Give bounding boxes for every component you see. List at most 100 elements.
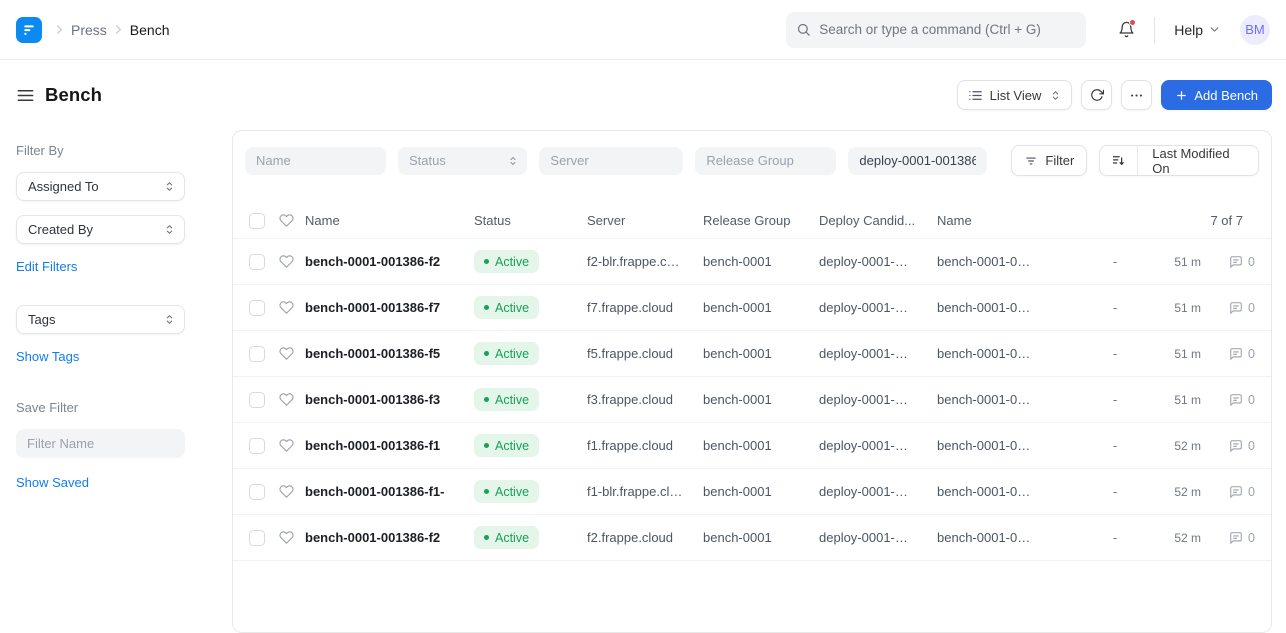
chevrons-up-down-icon <box>163 313 176 326</box>
comments-cell[interactable]: 0 <box>1201 347 1255 361</box>
status-filter-select[interactable]: Status <box>398 147 527 175</box>
show-tags-link[interactable]: Show Tags <box>16 349 79 364</box>
deploy-candidate-filter-input[interactable] <box>848 147 987 175</box>
favorite-icon[interactable] <box>279 392 295 407</box>
header-status[interactable]: Status <box>474 213 587 228</box>
empty-cell: - <box>1095 484 1135 499</box>
server-filter-input[interactable] <box>539 147 683 175</box>
help-menu[interactable]: Help <box>1174 22 1221 38</box>
status-badge: Active <box>474 526 539 549</box>
more-options-button[interactable] <box>1121 80 1152 110</box>
row-checkbox[interactable] <box>249 300 265 316</box>
name2-cell: bench-0001-0… <box>937 392 1057 407</box>
comments-cell[interactable]: 0 <box>1201 439 1255 453</box>
row-checkbox[interactable] <box>249 484 265 500</box>
breadcrumb-bench[interactable]: Bench <box>130 22 170 38</box>
release-group-filter-input[interactable] <box>695 147 836 175</box>
status-dot-icon <box>484 351 489 356</box>
modified-time: 52 m <box>1135 531 1201 545</box>
modified-time: 51 m <box>1135 301 1201 315</box>
assigned-to-select[interactable]: Assigned To <box>16 172 185 201</box>
comments-cell[interactable]: 0 <box>1201 393 1255 407</box>
server-cell: f2.frappe.cloud <box>587 530 703 545</box>
deploy-candidate-cell: deploy-0001-… <box>819 300 937 315</box>
sort-icon <box>1111 153 1126 168</box>
filter-button[interactable]: Filter <box>1011 145 1087 176</box>
comments-cell[interactable]: 0 <box>1201 531 1255 545</box>
chevron-down-icon <box>1208 23 1221 36</box>
table-row[interactable]: bench-0001-001386-f1 Active f1.frappe.cl… <box>233 423 1271 469</box>
comment-icon <box>1229 531 1243 545</box>
user-avatar[interactable]: BM <box>1240 15 1270 45</box>
search-input[interactable] <box>819 22 1076 37</box>
filter-by-label: Filter By <box>16 143 216 158</box>
comments-cell[interactable]: 0 <box>1201 301 1255 315</box>
table-row[interactable]: bench-0001-001386-f5 Active f5.frappe.cl… <box>233 331 1271 377</box>
created-by-select[interactable]: Created By <box>16 215 185 244</box>
release-group-cell: bench-0001 <box>703 484 819 499</box>
table-row[interactable]: bench-0001-001386-f2 Active f2.frappe.cl… <box>233 515 1271 561</box>
refresh-button[interactable] <box>1081 80 1112 110</box>
modified-time: 51 m <box>1135 255 1201 269</box>
row-checkbox[interactable] <box>249 530 265 546</box>
status-label: Active <box>495 393 529 407</box>
edit-filters-link[interactable]: Edit Filters <box>16 259 77 274</box>
deploy-candidate-cell: deploy-0001-… <box>819 392 937 407</box>
sort-field-button[interactable]: Last Modified On <box>1137 146 1258 175</box>
status-dot-icon <box>484 489 489 494</box>
chevron-right-icon <box>52 22 67 37</box>
list-icon <box>968 88 983 103</box>
status-dot-icon <box>484 259 489 264</box>
favorite-icon[interactable] <box>279 530 295 545</box>
deploy-candidate-cell: deploy-0001-… <box>819 346 937 361</box>
row-checkbox[interactable] <box>249 346 265 362</box>
filter-button-label: Filter <box>1045 153 1074 168</box>
favorite-icon[interactable] <box>279 346 295 361</box>
bench-name: bench-0001-001386-f7 <box>305 300 474 315</box>
favorite-icon[interactable] <box>279 300 295 315</box>
header-name2[interactable]: Name <box>937 213 1057 228</box>
name-filter-input[interactable] <box>245 147 386 175</box>
assigned-to-label: Assigned To <box>28 179 99 194</box>
tags-select[interactable]: Tags <box>16 305 185 334</box>
header-name[interactable]: Name <box>305 213 474 228</box>
breadcrumb-press[interactable]: Press <box>71 22 107 38</box>
global-search[interactable] <box>786 12 1086 48</box>
filter-sidebar: Filter By Assigned To Created By Edit Fi… <box>0 130 232 633</box>
status-badge: Active <box>474 480 539 503</box>
name2-cell: bench-0001-0… <box>937 346 1057 361</box>
table-row[interactable]: bench-0001-001386-f7 Active f7.frappe.cl… <box>233 285 1271 331</box>
notifications-button[interactable] <box>1118 21 1135 38</box>
add-bench-button[interactable]: Add Bench <box>1161 80 1272 110</box>
filter-name-input[interactable] <box>16 429 185 458</box>
table-row[interactable]: bench-0001-001386-f2 Active f2-blr.frapp… <box>233 239 1271 285</box>
deploy-candidate-cell: deploy-0001-… <box>819 530 937 545</box>
comment-count: 0 <box>1248 347 1255 361</box>
header-deploy-candidate[interactable]: Deploy Candid... <box>819 213 937 228</box>
header-server[interactable]: Server <box>587 213 703 228</box>
server-cell: f3.frappe.cloud <box>587 392 703 407</box>
favorite-icon[interactable] <box>279 438 295 453</box>
table-row[interactable]: bench-0001-001386-f1- Active f1-blr.frap… <box>233 469 1271 515</box>
sidebar-toggle-button[interactable] <box>16 86 35 105</box>
status-badge: Active <box>474 434 539 457</box>
row-checkbox[interactable] <box>249 438 265 454</box>
status-label: Active <box>495 485 529 499</box>
table-row[interactable]: bench-0001-001386-f3 Active f3.frappe.cl… <box>233 377 1271 423</box>
header-release-group[interactable]: Release Group <box>703 213 819 228</box>
empty-cell: - <box>1095 346 1135 361</box>
topbar-right: Help BM <box>786 12 1270 48</box>
row-checkbox[interactable] <box>249 254 265 270</box>
comments-cell[interactable]: 0 <box>1201 485 1255 499</box>
select-all-checkbox[interactable] <box>249 213 265 229</box>
favorite-icon[interactable] <box>279 254 295 269</box>
sort-direction-button[interactable] <box>1100 146 1137 175</box>
frappe-logo[interactable] <box>16 17 42 43</box>
list-view-button[interactable]: List View <box>957 80 1073 110</box>
favorite-icon[interactable] <box>279 484 295 499</box>
status-badge: Active <box>474 342 539 365</box>
release-group-cell: bench-0001 <box>703 300 819 315</box>
show-saved-link[interactable]: Show Saved <box>16 475 89 490</box>
comments-cell[interactable]: 0 <box>1201 255 1255 269</box>
row-checkbox[interactable] <box>249 392 265 408</box>
